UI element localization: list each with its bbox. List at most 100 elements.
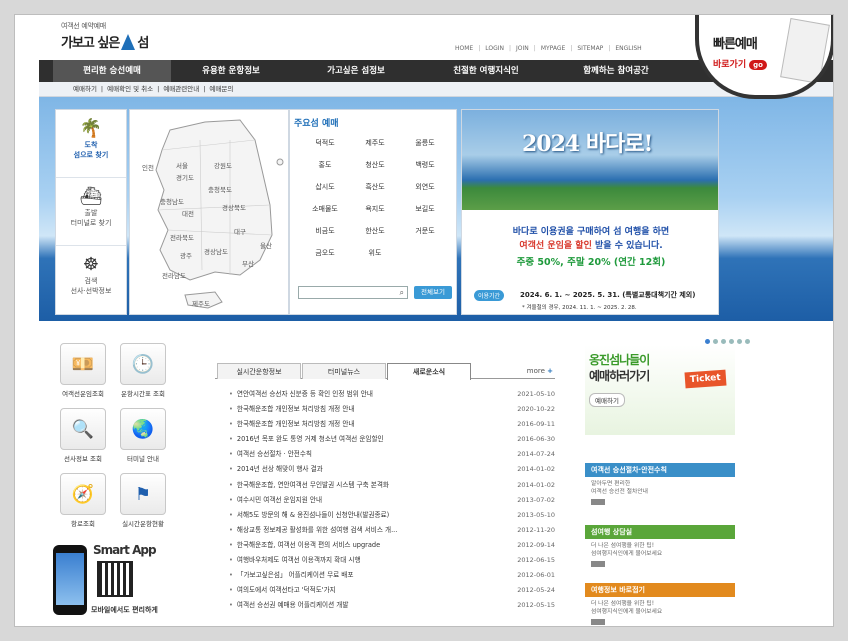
news-title[interactable]: 한국해운조합, 여객선 이용객 편의 서비스 upgrade xyxy=(229,538,484,553)
list-item[interactable]: 한국해운조합, 여객선 이용객 편의 서비스 upgrade 2012-09-14 xyxy=(229,538,555,553)
card-safety-rules[interactable]: 여객선 승선절차·안전수칙 알아두면 편리한 여객선 승선전 절차안내 xyxy=(585,463,735,515)
card-more-button[interactable] xyxy=(591,561,605,567)
map-region-chungbuk[interactable]: 충청북도 xyxy=(208,184,232,194)
card-travel-info[interactable]: 여행정보 바로접기 더 나은 섬여행을 위한 팁! 섬여행지식인에게 물어보세요 xyxy=(585,583,735,626)
link-mypage[interactable]: MYPAGE xyxy=(541,45,566,52)
link-english[interactable]: ENGLISH xyxy=(615,45,641,52)
island-link[interactable]: 위도 xyxy=(350,248,400,258)
search-by-terminal[interactable]: ⛴ 출발 터미널로 찾기 xyxy=(56,178,126,246)
island-link[interactable]: 한산도 xyxy=(350,226,400,236)
island-link[interactable]: 거문도 xyxy=(400,226,450,236)
island-link[interactable]: 흑산도 xyxy=(350,182,400,192)
map-region-jeju[interactable]: 제주도 xyxy=(192,298,210,308)
map-region-gyeongnam[interactable]: 경상남도 xyxy=(204,246,228,256)
island-link[interactable]: 보길도 xyxy=(400,204,450,214)
list-item[interactable]: 한국해운조합 개인정보 처리방침 개정 안내 2016-09-11 xyxy=(229,417,555,432)
news-title[interactable]: 여의도에서 여객선타고 '덕적도'가지 xyxy=(229,583,484,598)
gnb-item-sailing-info[interactable]: 유용한 운항정보 xyxy=(171,60,291,82)
news-title[interactable]: 연안여객선 승선자 신분증 등 확인 인정 범위 안내 xyxy=(229,387,484,402)
map-region-daegu[interactable]: 대구 xyxy=(234,226,246,236)
quick-route-lookup[interactable]: 🧭 항로조회 xyxy=(53,473,113,528)
tab-terminal-news[interactable]: 터미널뉴스 xyxy=(302,363,386,379)
island-link[interactable]: 제주도 xyxy=(350,138,400,148)
island-link[interactable]: 덕적도 xyxy=(300,138,350,148)
card-more-button[interactable] xyxy=(591,619,605,625)
map-region-chungnam[interactable]: 충청남도 xyxy=(160,196,184,206)
quick-company-lookup[interactable]: 🔍 선사정보 조회 xyxy=(53,408,113,463)
smart-app-banner[interactable]: Smart App 모바일에서도 편리하게 xyxy=(53,543,193,618)
map-region-gyeongbuk[interactable]: 경상북도 xyxy=(222,202,246,212)
view-all-button[interactable]: 전체보기 xyxy=(414,286,452,299)
carousel-dot[interactable] xyxy=(737,339,742,344)
gnb-item-island-info[interactable]: 가고싶은 섬정보 xyxy=(291,60,421,82)
map-region-incheon[interactable]: 인천 xyxy=(142,162,154,172)
list-item[interactable]: 여객선 승선권 예매용 어플리케이션 개발 2012-05-15 xyxy=(229,598,555,613)
gnb-item-booking[interactable]: 편리한 승선예매 xyxy=(53,60,171,82)
list-item[interactable]: 해상교통 정보제공 활성화를 위한 섬여행 검색 서비스 개... 2012-11… xyxy=(229,523,555,538)
list-item[interactable]: 여행바우처제도 여객선 이용객까지 확대 시행 2012-06-15 xyxy=(229,553,555,568)
lnb-item-inquiry[interactable]: 예매문의 xyxy=(209,82,233,96)
link-join[interactable]: JOIN xyxy=(516,45,529,52)
map-region-seoul[interactable]: 서울 xyxy=(176,160,188,170)
list-item[interactable]: 여수시민 여객선 운임지원 안내 2013-07-02 xyxy=(229,493,555,508)
quick-timetable-lookup[interactable]: 🕒 운항시간표 조회 xyxy=(113,343,173,398)
gnb-item-participation[interactable]: 함께하는 참여공간 xyxy=(551,60,681,82)
island-link[interactable]: 욕지도 xyxy=(350,204,400,214)
lnb-item-guide[interactable]: 예매관련안내 xyxy=(163,82,199,96)
map-region-gyeonggi[interactable]: 경기도 xyxy=(176,172,194,182)
map-region-gangwon[interactable]: 강원도 xyxy=(214,160,232,170)
promo-banner-badaro[interactable]: 2024 바다로! 바다로 이용권을 구매하여 섬 여행을 하면 여객선 운임을… xyxy=(461,109,719,315)
link-login[interactable]: LOGIN xyxy=(485,45,504,52)
news-title[interactable]: 해상교통 정보제공 활성화를 위한 섬여행 검색 서비스 개... xyxy=(229,523,484,538)
news-title[interactable]: 서해5도 방문의 해 & 옹진섬나들이 신청안내(발권종료) xyxy=(229,508,484,523)
island-link[interactable]: 외연도 xyxy=(400,182,450,192)
site-logo[interactable]: 여객선 예약예매 가보고 싶은 섬 xyxy=(61,21,149,51)
island-link[interactable]: 금오도 xyxy=(300,248,350,258)
quick-terminal-info[interactable]: 🌏 터미널 안내 xyxy=(113,408,173,463)
island-link[interactable]: 비금도 xyxy=(300,226,350,236)
list-item[interactable]: 연안여객선 승선자 신분증 등 확인 인정 범위 안내 2021-05-10 xyxy=(229,387,555,402)
news-title[interactable]: 한국해운조합, 연안여객선 무인발권 시스템 구축 본격화 xyxy=(229,478,484,493)
news-title[interactable]: 여수시민 여객선 운임지원 안내 xyxy=(229,493,484,508)
map-region-daejeon[interactable]: 대전 xyxy=(182,208,194,218)
link-sitemap[interactable]: SITEMAP xyxy=(577,45,603,52)
news-title[interactable]: 여객선 승선절차 · 안전수칙 xyxy=(229,447,484,462)
carousel-dot[interactable] xyxy=(713,339,718,344)
card-travel-counsel[interactable]: 섬여행 상담실 더 나은 섬여행을 위한 팁! 섬여행지식인에게 물어보세요 xyxy=(585,525,735,577)
news-title[interactable]: 여객선 승선권 예매용 어플리케이션 개발 xyxy=(229,598,484,613)
list-item[interactable]: 여객선 승선절차 · 안전수칙 2014-07-24 xyxy=(229,447,555,462)
tab-new-news[interactable]: 새로운소식 xyxy=(387,363,471,380)
list-item[interactable]: 2016년 목포 완도 통영 거제 청소년 여객선 운임할인 2016-06-30 xyxy=(229,432,555,447)
gnb-item-travel-knowledge[interactable]: 친절한 여행지식인 xyxy=(421,60,551,82)
news-title[interactable]: 「가보고싶은섬」 어플리케이션 무료 배포 xyxy=(229,568,484,583)
map-region-jeonbuk[interactable]: 전라북도 xyxy=(170,232,194,242)
tab-live-sailing[interactable]: 실시간운항정보 xyxy=(217,363,301,379)
search-icon[interactable]: ⌕ xyxy=(400,288,404,298)
ongjin-promo-banner[interactable]: 옹진섬나들이 예매하러가기 예매하기 Ticket xyxy=(585,345,735,435)
korea-map[interactable]: 인천 서울 경기도 강원도 충청북도 충청남도 대전 경상북도 대구 울산 전라… xyxy=(129,109,289,315)
link-home[interactable]: HOME xyxy=(455,45,473,52)
map-region-ulsan[interactable]: 울산 xyxy=(260,240,272,250)
news-title[interactable]: 한국해운조합 개인정보 처리방침 개정 안내 xyxy=(229,402,484,417)
quick-live-status[interactable]: ⚑ 실시간운항현황 xyxy=(113,473,173,528)
more-link[interactable]: more + xyxy=(527,367,553,375)
go-button[interactable]: go xyxy=(749,60,767,70)
island-link[interactable]: 홍도 xyxy=(300,160,350,170)
lnb-item-check-cancel[interactable]: 예매확인 및 취소 xyxy=(107,82,153,96)
list-item[interactable]: 여의도에서 여객선타고 '덕적도'가지 2012-05-24 xyxy=(229,583,555,598)
island-link[interactable]: 울릉도 xyxy=(400,138,450,148)
map-region-gwangju[interactable]: 광주 xyxy=(180,250,192,260)
island-search-input[interactable]: ⌕ xyxy=(298,286,408,299)
list-item[interactable]: 서해5도 방문의 해 & 옹진섬나들이 신청안내(발권종료) 2013-05-10 xyxy=(229,508,555,523)
island-link[interactable]: 백령도 xyxy=(400,160,450,170)
map-region-busan[interactable]: 부산 xyxy=(242,258,254,268)
quick-fare-lookup[interactable]: 💴 여객선운임조회 xyxy=(53,343,113,398)
list-item[interactable]: 한국해운조합 개인정보 처리방침 개정 안내 2020-10-22 xyxy=(229,402,555,417)
lnb-item-book[interactable]: 예매하기 xyxy=(73,82,97,96)
carousel-dot[interactable] xyxy=(745,339,750,344)
carousel-dot[interactable] xyxy=(729,339,734,344)
card-more-button[interactable] xyxy=(591,499,605,505)
island-link[interactable]: 삽시도 xyxy=(300,182,350,192)
list-item[interactable]: 「가보고싶은섬」 어플리케이션 무료 배포 2012-06-01 xyxy=(229,568,555,583)
map-region-jeonnam[interactable]: 전라남도 xyxy=(162,270,186,280)
